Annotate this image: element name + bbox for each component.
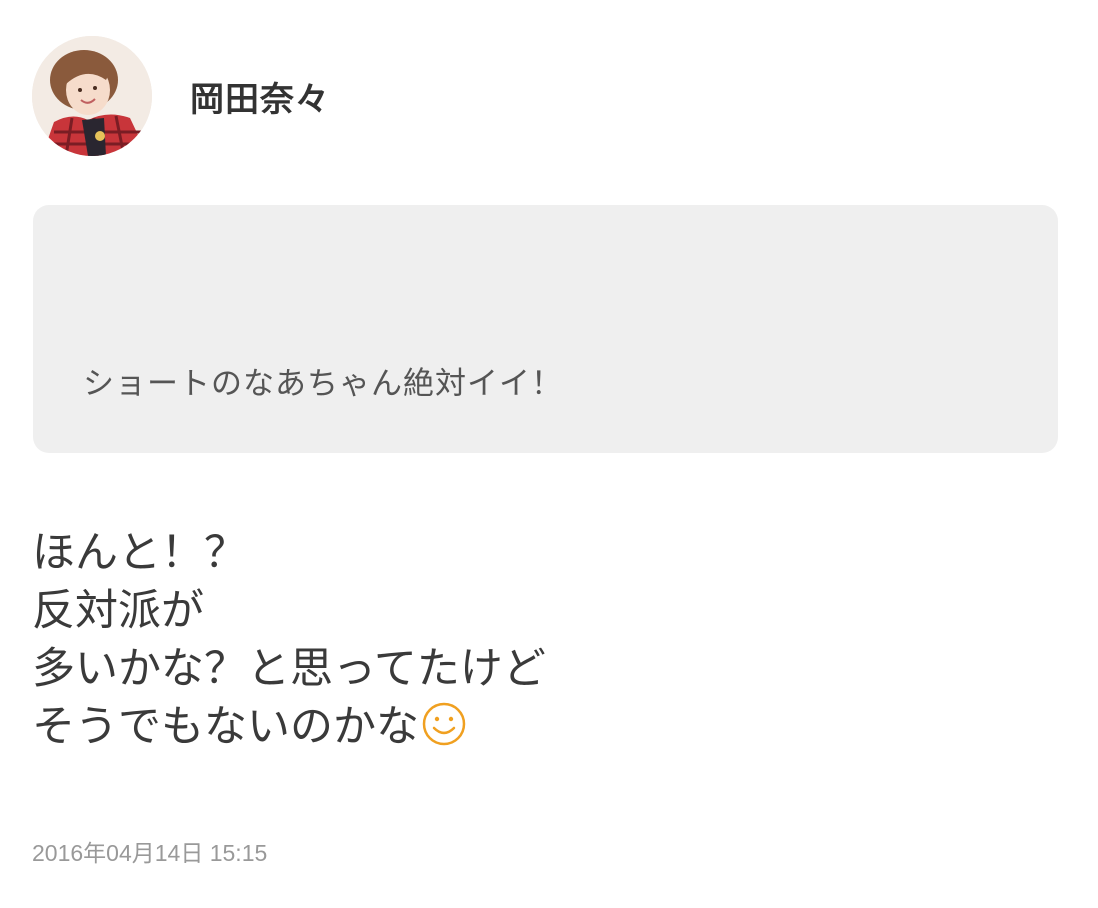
avatar-portrait-image: [32, 36, 152, 156]
author-name[interactable]: 岡田奈々: [190, 72, 330, 121]
smiley-icon: [422, 702, 466, 746]
reply-line-last: そうでもないのかな: [32, 698, 546, 756]
avatar[interactable]: [32, 36, 152, 156]
reply-line: 多いかな？と思ってたけど: [32, 644, 546, 694]
reply-line: ほんと！？: [32, 528, 247, 578]
reply-message: ほんと！？ 反対派が 多いかな？と思ってたけど そうでもないのかな: [32, 524, 546, 756]
post-timestamp: 2016年04月14日 15:15: [32, 840, 268, 866]
reply-line: 反対派が: [32, 586, 204, 636]
quoted-message: ショートのなあちゃん絶対イイ！: [33, 205, 1058, 453]
reply-line-text: そうでもないのかな: [32, 702, 419, 752]
quoted-message-text: ショートのなあちゃん絶対イイ！: [83, 366, 563, 402]
post-header: 岡田奈々: [32, 36, 330, 156]
